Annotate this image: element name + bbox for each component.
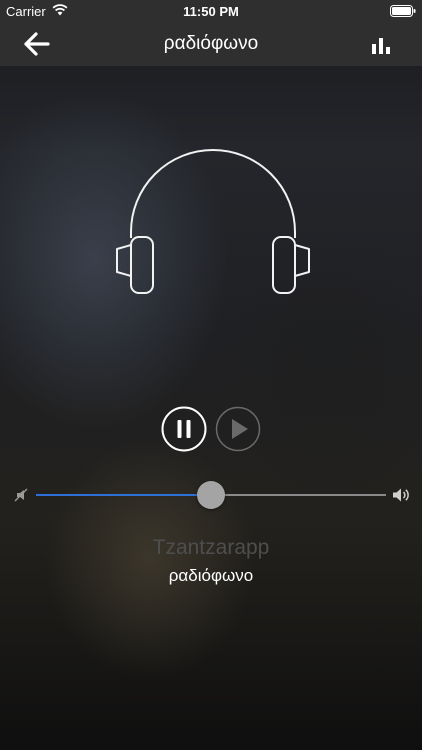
pause-button[interactable] <box>161 406 207 452</box>
volume-high-icon <box>393 488 409 502</box>
app-screen: Carrier 11:50 PM ραδιόφωνο Tzantzarapp ρ… <box>0 0 422 750</box>
bar-chart-icon <box>372 38 390 54</box>
volume-mute-icon <box>14 488 28 502</box>
volume-track-fill <box>36 494 211 496</box>
station-subtitle: ραδιόφωνο <box>168 566 254 585</box>
volume-slider[interactable] <box>36 480 386 510</box>
equalizer-button[interactable] <box>368 34 396 56</box>
navigation-bar: ραδιόφωνο <box>0 22 422 66</box>
headphones-icon <box>116 149 310 294</box>
page-title: ραδιόφωνο <box>163 33 259 54</box>
play-icon <box>215 406 261 452</box>
status-bar: Carrier 11:50 PM <box>0 0 422 22</box>
play-button[interactable] <box>215 406 261 452</box>
station-name: Tzantzarapp <box>152 536 270 559</box>
battery-icon <box>390 5 416 17</box>
volume-control <box>0 480 422 510</box>
volume-thumb[interactable] <box>197 481 225 509</box>
status-time: 11:50 PM <box>183 4 239 19</box>
pause-icon <box>161 406 207 452</box>
